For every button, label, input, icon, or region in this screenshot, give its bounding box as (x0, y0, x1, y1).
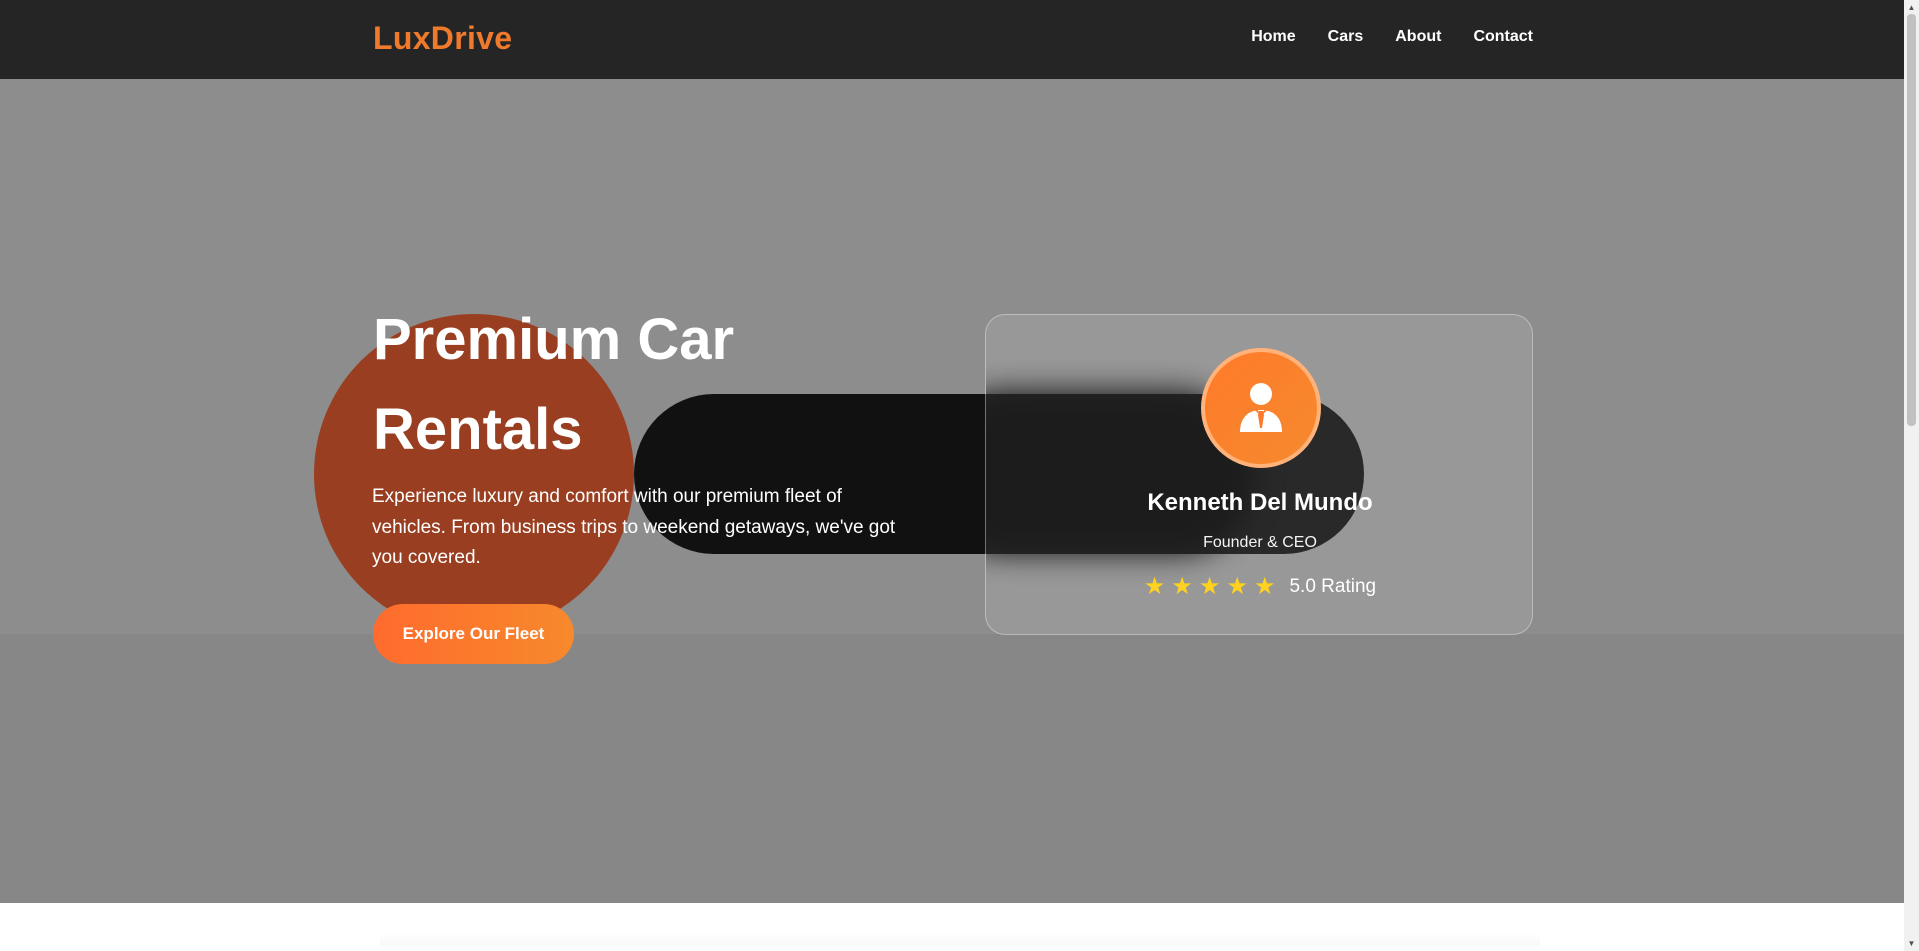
user-tie-icon (1240, 383, 1282, 432)
star-icon: ★ (1253, 573, 1276, 600)
next-section-edge (380, 932, 1540, 946)
rating-row: ★ ★ ★ ★ ★ 5.0 Rating (986, 573, 1532, 600)
hero-title: Premium Car Rentals (373, 295, 833, 475)
nav-link-cars[interactable]: Cars (1328, 28, 1364, 46)
profile-name: Kenneth Del Mundo (1147, 489, 1373, 516)
profile-card: Kenneth Del Mundo Founder & CEO ★ ★ ★ ★ … (985, 314, 1533, 635)
star-icon: ★ (1143, 573, 1166, 600)
hero-description: Experience luxury and comfort with our p… (372, 486, 896, 568)
nav-link-about[interactable]: About (1395, 28, 1441, 46)
brand-logo[interactable]: LuxDrive (373, 20, 512, 57)
hero-section: Premium Car Rentals Experience luxury an… (0, 79, 1904, 903)
explore-fleet-button[interactable]: Explore Our Fleet (373, 604, 574, 664)
avatar (1201, 348, 1321, 468)
nav-link-contact[interactable]: Contact (1473, 28, 1533, 46)
hero-title-line2: Rentals (373, 397, 583, 462)
scrollbar-thumb[interactable] (1907, 14, 1916, 426)
star-icon: ★ (1226, 573, 1248, 600)
hero-title-line1: Premium Car (373, 307, 735, 372)
scroll-down-arrow-icon[interactable]: ▼ (1906, 938, 1917, 949)
scroll-up-arrow-icon[interactable]: ▲ (1906, 2, 1917, 13)
rating-text: 5.0 Rating (1289, 576, 1377, 597)
hero-lower-band (0, 634, 1904, 903)
profile-role: Founder & CEO (1203, 534, 1317, 551)
star-icon: ★ (1171, 573, 1193, 600)
top-navbar: LuxDrive Home Cars About Contact (0, 0, 1904, 79)
nav-link-home[interactable]: Home (1251, 28, 1295, 46)
nav-links: Home Cars About Contact (1251, 28, 1533, 46)
star-icon: ★ (1198, 573, 1221, 600)
